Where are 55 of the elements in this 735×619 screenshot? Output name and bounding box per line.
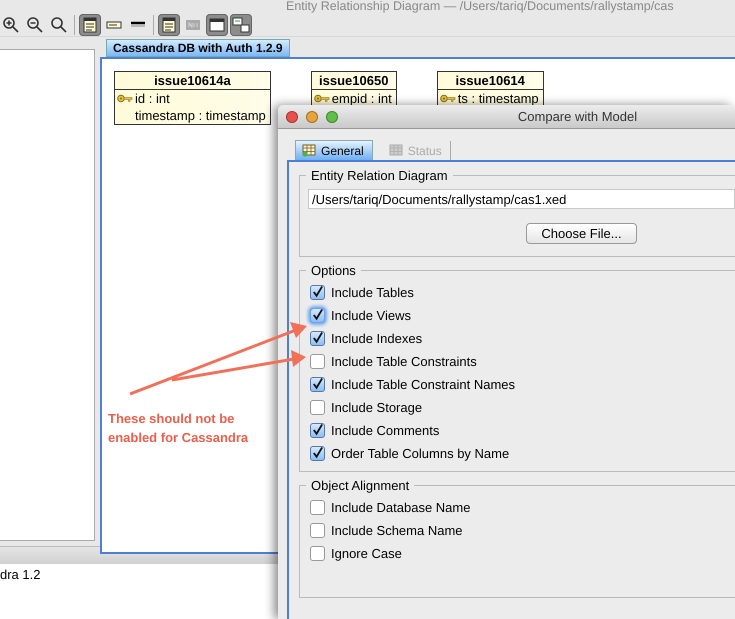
checkbox-label: Include Comments <box>331 422 440 438</box>
path-field[interactable]: /Users/tariq/Documents/rallystamp/cas1.xed <box>308 189 735 209</box>
column-text: empid : int <box>332 91 392 106</box>
checkbox[interactable] <box>310 422 325 438</box>
checkbox[interactable] <box>310 400 325 414</box>
window-icon[interactable] <box>206 14 228 36</box>
checkbox-label: Include Storage <box>331 400 422 414</box>
checkbox[interactable] <box>310 546 325 560</box>
grid-icon <box>388 144 403 157</box>
checkbox[interactable] <box>310 330 325 346</box>
checkbox-label: Include Views <box>331 308 411 322</box>
checkbox[interactable] <box>310 308 325 322</box>
close-button[interactable] <box>286 110 298 122</box>
checkbox[interactable] <box>310 522 325 538</box>
dialog-title: Compare with Model <box>518 109 638 124</box>
checkbox[interactable] <box>310 284 325 300</box>
tab[interactable]: General <box>295 140 373 160</box>
diagram-tab[interactable]: Cassandra DB with Auth 1.2.9 <box>106 39 290 57</box>
window-title: Entity Relationship Diagram — /Users/tariq/Documents/rallystamp/cas <box>286 0 674 13</box>
column-text: ts : timestamp <box>458 91 539 106</box>
table-icon[interactable] <box>158 14 180 36</box>
checkbox-label: Ignore Case <box>331 546 402 560</box>
key-icon <box>117 94 133 103</box>
zoom-button[interactable] <box>326 110 338 122</box>
checkbox[interactable] <box>310 446 325 460</box>
checkbox[interactable] <box>310 354 325 368</box>
checkbox-label: Include Tables <box>331 284 414 300</box>
column-text: id : int <box>135 91 170 106</box>
table-name: issue10614 <box>438 72 543 90</box>
table-icon[interactable] <box>79 14 101 36</box>
group-title: Entity Relation Diagram <box>310 168 449 183</box>
key-icon <box>440 94 456 103</box>
diagram-icon[interactable] <box>230 14 252 36</box>
grid-icon <box>302 144 316 157</box>
entity-table[interactable]: issue10614a id : int timestamp : timestamp <box>114 71 271 125</box>
checkbox-label: Include Schema Name <box>331 522 463 538</box>
checkbox[interactable] <box>310 500 325 514</box>
group-title: Options <box>310 263 357 278</box>
key-icon <box>314 94 330 103</box>
choose-file-button[interactable]: Choose File... <box>526 223 637 244</box>
status-text: dra 1.2 <box>0 567 40 582</box>
annotation-text: These should not be enabled for Cassandra <box>108 410 250 447</box>
table-name: issue10650 <box>312 72 396 90</box>
checkbox-label: Include Indexes <box>331 330 422 346</box>
checkbox-label: Include Table Constraints <box>331 354 477 368</box>
entity-table[interactable]: issue10614 ts : timestamp <box>436 71 544 108</box>
minimize-button[interactable] <box>306 110 318 122</box>
column-text: timestamp : timestamp <box>135 108 266 123</box>
group-title: Object Alignment <box>310 478 410 493</box>
checkbox-label: Order Table Columns by Name <box>331 446 510 460</box>
checkbox[interactable] <box>310 376 325 392</box>
checkbox-label: Include Table Constraint Names <box>331 376 516 392</box>
checkbox-label: Include Database Name <box>331 500 470 514</box>
entity-table[interactable]: issue10650 empid : int <box>310 71 397 108</box>
table-name: issue10614a <box>115 72 270 90</box>
